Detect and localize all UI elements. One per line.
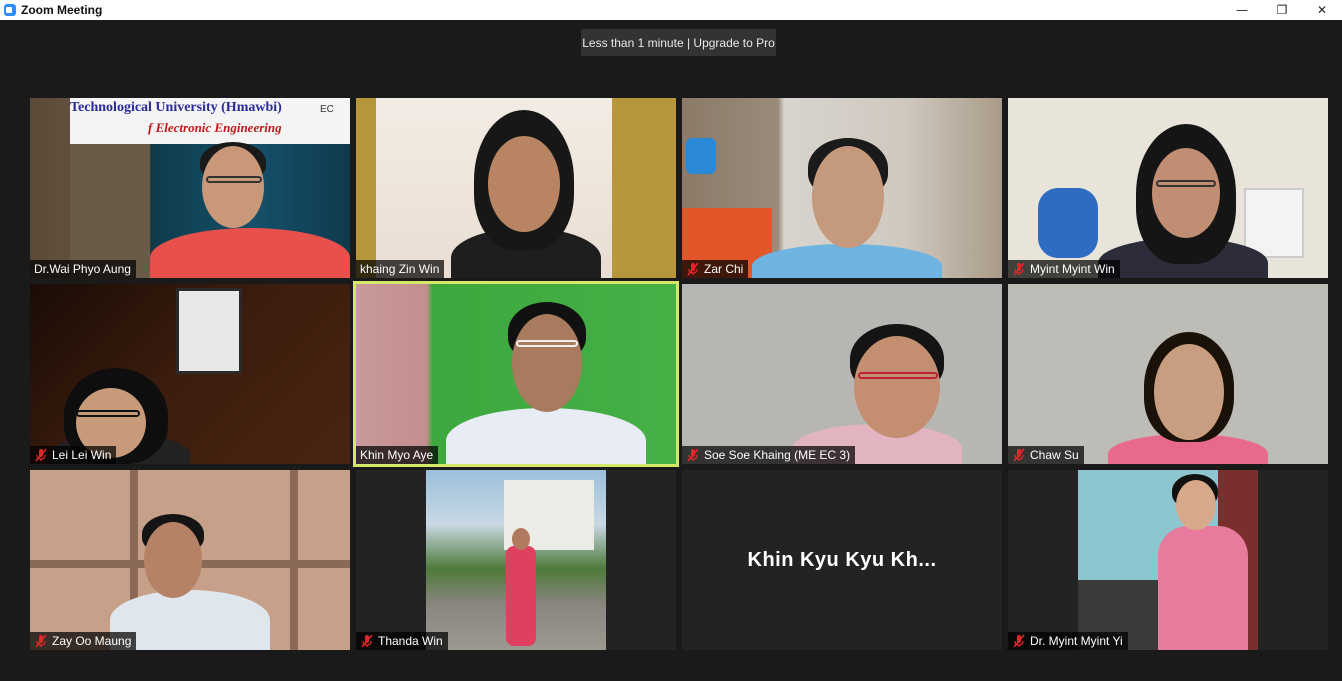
person-head <box>202 146 264 228</box>
glasses <box>206 176 262 183</box>
participant-display-name: Khin Kyu Kyu Kh... <box>747 548 937 571</box>
participant-name-tag: Lei Lei Win <box>30 446 117 464</box>
profile-photo <box>426 470 606 650</box>
person-head <box>512 314 582 412</box>
video-feed <box>1008 98 1328 278</box>
person-head <box>144 522 202 598</box>
participant-tile[interactable]: Lei Lei Win <box>30 284 350 464</box>
participant-name-tag: Thanda Win <box>356 632 448 650</box>
university-name: Technological University (Hmawbi) <box>70 100 282 115</box>
microphone-muted-icon <box>687 262 699 276</box>
participant-name: Thanda Win <box>378 634 443 648</box>
microphone-muted-icon <box>1013 262 1025 276</box>
video-feed <box>682 284 1002 464</box>
person-body <box>506 546 536 646</box>
window-controls: — ❐ ✕ <box>1222 0 1342 20</box>
participant-name: Myint Myint Win <box>1030 262 1115 276</box>
participant-name-tag: Dr.Wai Phyo Aung <box>30 260 136 278</box>
participant-tile[interactable]: Chaw Su <box>1008 284 1328 464</box>
participant-name-tag: khaing Zin Win <box>356 260 445 278</box>
participant-name-tag: Chaw Su <box>1008 446 1084 464</box>
person-head <box>1176 480 1216 530</box>
minimize-button[interactable]: — <box>1222 0 1262 20</box>
blue-bag <box>686 138 716 174</box>
microphone-muted-icon <box>35 634 47 648</box>
upgrade-banner[interactable]: Less than 1 minute | Upgrade to Pro <box>581 29 776 56</box>
participant-tile[interactable]: Dr. Myint Myint Yi <box>1008 470 1328 650</box>
person-head <box>854 336 940 438</box>
participant-tile[interactable]: khaing Zin Win <box>356 98 676 278</box>
participant-name: Khin Myo Aye <box>360 448 434 462</box>
microphone-muted-icon <box>1013 634 1025 648</box>
portrait-frame <box>176 288 242 374</box>
participant-name: Dr. Myint Myint Yi <box>1030 634 1123 648</box>
ec-badge: EC <box>320 104 334 115</box>
person-body <box>752 244 942 278</box>
person-head <box>1152 148 1220 238</box>
person-body <box>1158 526 1248 650</box>
video-feed <box>30 284 350 464</box>
participant-name: Dr.Wai Phyo Aung <box>34 262 131 276</box>
video-feed <box>30 470 350 650</box>
participant-tile[interactable]: Myint Myint Win <box>1008 98 1328 278</box>
participant-name-tag: Zay Oo Maung <box>30 632 137 650</box>
participant-tile-active-speaker[interactable]: Khin Myo Aye <box>353 281 679 467</box>
video-feed <box>356 470 676 650</box>
participant-name: Zay Oo Maung <box>52 634 132 648</box>
microphone-muted-icon <box>35 448 47 462</box>
participant-name: Chaw Su <box>1030 448 1079 462</box>
video-feed <box>356 284 676 464</box>
person-body <box>150 228 350 278</box>
person-body <box>446 408 646 464</box>
participant-tile-video-off[interactable]: Khin Kyu Kyu Kh... <box>682 470 1002 650</box>
title-bar: Zoom Meeting — ❐ ✕ <box>0 0 1342 20</box>
participant-name-tag: Zar Chi <box>682 260 749 278</box>
participant-name: khaing Zin Win <box>360 262 440 276</box>
white-bucket <box>1244 188 1304 258</box>
participant-tile[interactable]: Zar Chi <box>682 98 1002 278</box>
participant-tile[interactable]: Soe Soe Khaing (ME EC 3) <box>682 284 1002 464</box>
participant-tile[interactable]: Technological University (Hmawbi) f Elec… <box>30 98 350 278</box>
participant-tile[interactable]: Zay Oo Maung <box>30 470 350 650</box>
participant-name: Zar Chi <box>704 262 744 276</box>
person-head <box>812 146 884 248</box>
glasses <box>76 410 140 417</box>
participant-tile[interactable]: Thanda Win <box>356 470 676 650</box>
participant-name-tag: Myint Myint Win <box>1008 260 1120 278</box>
participant-name: Soe Soe Khaing (ME EC 3) <box>704 448 851 462</box>
participant-name-tag: Khin Myo Aye <box>356 446 439 464</box>
microphone-muted-icon <box>1013 448 1025 462</box>
glasses <box>858 372 938 379</box>
participant-name-tag: Soe Soe Khaing (ME EC 3) <box>682 446 856 464</box>
participant-name-tag: Dr. Myint Myint Yi <box>1008 632 1128 650</box>
video-feed: Technological University (Hmawbi) f Elec… <box>30 98 350 278</box>
window-title: Zoom Meeting <box>21 3 103 17</box>
restore-button[interactable]: ❐ <box>1262 0 1302 20</box>
video-feed <box>356 98 676 278</box>
zoom-app-icon <box>4 4 16 16</box>
microphone-muted-icon <box>361 634 373 648</box>
glasses <box>1156 180 1216 187</box>
profile-photo <box>1078 470 1258 650</box>
person-head <box>512 528 530 550</box>
video-feed <box>1008 284 1328 464</box>
close-button[interactable]: ✕ <box>1302 0 1342 20</box>
participant-name: Lei Lei Win <box>52 448 112 462</box>
microphone-muted-icon <box>687 448 699 462</box>
video-feed <box>1008 470 1328 650</box>
blue-container <box>1038 188 1098 258</box>
video-feed <box>682 98 1002 278</box>
glasses <box>516 340 578 347</box>
person-head <box>488 136 560 232</box>
department-name: f Electronic Engineering <box>148 120 282 135</box>
person-head <box>1154 344 1224 440</box>
